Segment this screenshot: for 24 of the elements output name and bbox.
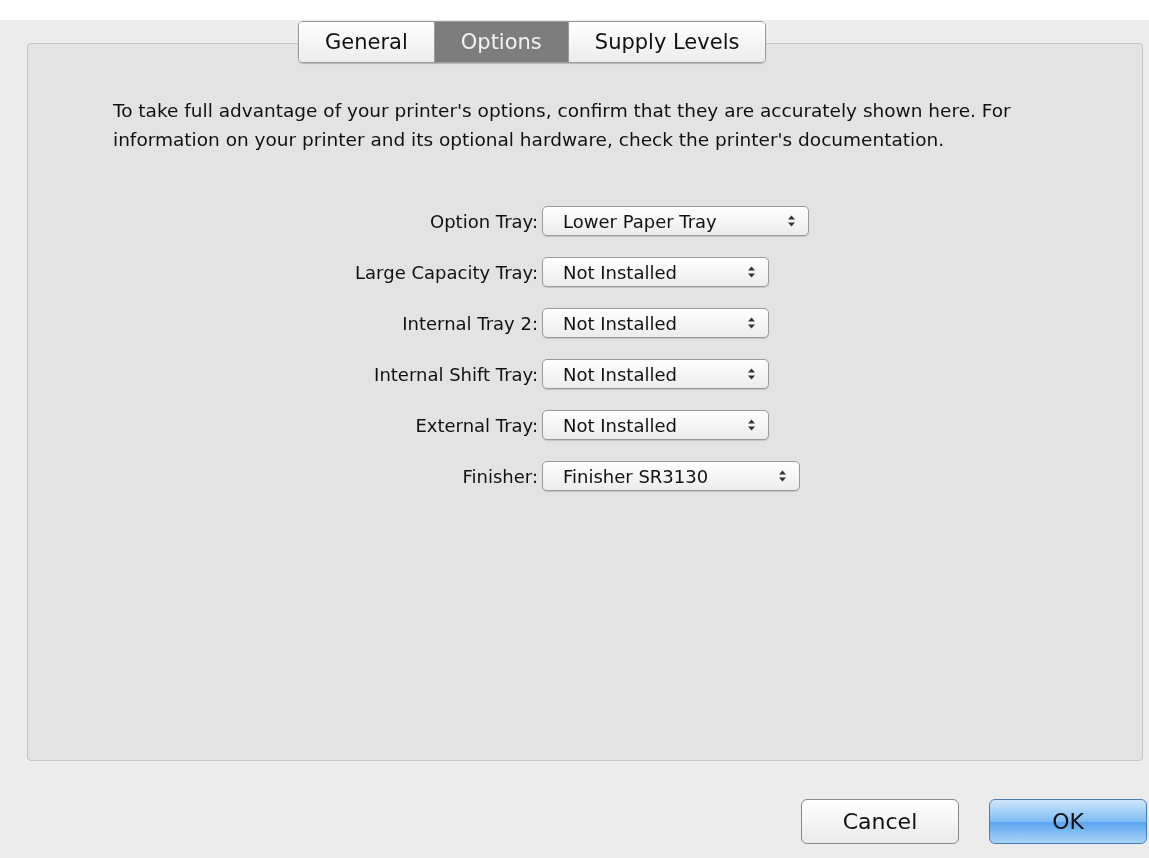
popup-menu[interactable]: Not Installed	[542, 410, 769, 440]
option-label: Finisher:	[461, 465, 539, 487]
popup-menu[interactable]: Finisher SR3130	[542, 461, 801, 491]
cancel-button[interactable]: Cancel	[801, 799, 959, 844]
up-down-arrows-icon	[746, 316, 756, 330]
up-down-arrows-icon	[746, 367, 756, 381]
description-text: To take full advantage of your printer's options, confirm that they are accurately shown here. For information on your printer and its optional hardware, check the printer's documentation.	[113, 99, 1012, 152]
up-down-arrows-icon	[746, 265, 756, 279]
ok-button[interactable]: OK	[989, 799, 1147, 844]
tab[interactable]: General	[299, 22, 435, 62]
tab[interactable]: Options	[434, 22, 569, 62]
popup-menu[interactable]: Not Installed	[542, 257, 769, 287]
popup-menu[interactable]: Lower Paper Tray	[542, 206, 809, 236]
option-label: Internal Shift Tray:	[373, 363, 539, 385]
popup-menu[interactable]: Not Installed	[542, 359, 769, 389]
option-label: Option Tray:	[429, 210, 539, 232]
up-down-arrows-icon	[746, 418, 756, 432]
up-down-arrows-icon	[778, 469, 788, 483]
option-label: Internal Tray 2:	[401, 312, 539, 334]
option-label: Large Capacity Tray:	[354, 261, 539, 283]
tab[interactable]: Supply Levels	[568, 22, 766, 62]
option-label: External Tray:	[414, 414, 539, 436]
up-down-arrows-icon	[786, 214, 796, 228]
popup-menu[interactable]: Not Installed	[542, 308, 769, 338]
